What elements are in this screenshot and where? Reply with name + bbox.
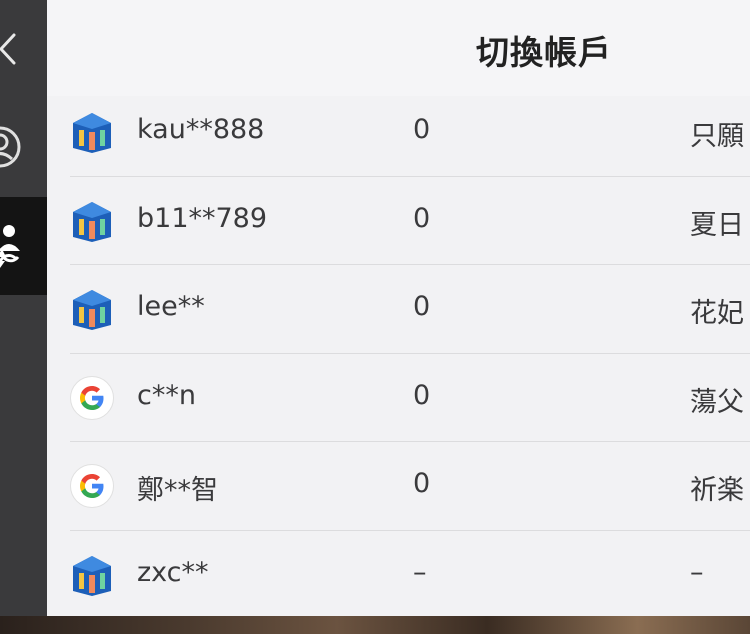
account-row[interactable]: lee** 0 花妃 bbox=[70, 265, 750, 354]
account-server: 花妃 bbox=[690, 298, 744, 329]
account-row[interactable]: kau**888 0 只願 bbox=[70, 88, 750, 177]
back-icon bbox=[0, 29, 20, 69]
account-name: kau**888 bbox=[137, 114, 265, 145]
sidebar bbox=[0, 0, 47, 616]
account-server: 夏日 bbox=[690, 209, 744, 241]
back-button[interactable] bbox=[0, 0, 47, 98]
page-title: 切換帳戶 bbox=[476, 33, 612, 72]
account-server: 蕩父 bbox=[690, 386, 744, 418]
switch-account-button[interactable] bbox=[0, 197, 47, 295]
google-icon bbox=[70, 464, 114, 508]
account-button[interactable] bbox=[0, 98, 47, 196]
account-row[interactable]: 鄭**智 0 祈楽 bbox=[70, 442, 750, 531]
account-server: – bbox=[690, 556, 704, 588]
account-name: c**n bbox=[137, 379, 196, 411]
switch-account-panel: 切換帳戶 kau**888 0 只願 b11**789 0 夏日 lee** 0… bbox=[47, 0, 750, 616]
account-count: 0 bbox=[413, 114, 431, 145]
account-list: kau**888 0 只願 b11**789 0 夏日 lee** 0 花妃 c… bbox=[70, 88, 750, 619]
account-count: 0 bbox=[413, 291, 431, 322]
account-name: b11**789 bbox=[137, 202, 268, 234]
account-server: 只願 bbox=[690, 121, 744, 152]
account-name: 鄭**智 bbox=[137, 475, 218, 506]
google-icon bbox=[70, 375, 114, 420]
game-house-icon bbox=[70, 110, 114, 154]
account-count: – bbox=[413, 556, 427, 588]
account-icon bbox=[0, 122, 24, 172]
panel-header: 切換帳戶 bbox=[47, 0, 750, 96]
switch-account-icon bbox=[0, 221, 24, 271]
account-count: 0 bbox=[413, 468, 431, 499]
account-name: zxc** bbox=[137, 556, 209, 588]
account-server: 祈楽 bbox=[690, 475, 744, 506]
account-count: 0 bbox=[413, 202, 431, 234]
account-count: 0 bbox=[413, 379, 431, 411]
account-name: lee** bbox=[137, 291, 205, 322]
account-row[interactable]: c**n 0 蕩父 bbox=[70, 354, 750, 442]
account-row[interactable]: zxc** – – bbox=[70, 531, 750, 620]
game-house-icon bbox=[70, 287, 114, 331]
game-house-icon bbox=[70, 553, 114, 597]
account-row[interactable]: b11**789 0 夏日 bbox=[70, 177, 750, 265]
game-house-icon bbox=[70, 199, 114, 243]
